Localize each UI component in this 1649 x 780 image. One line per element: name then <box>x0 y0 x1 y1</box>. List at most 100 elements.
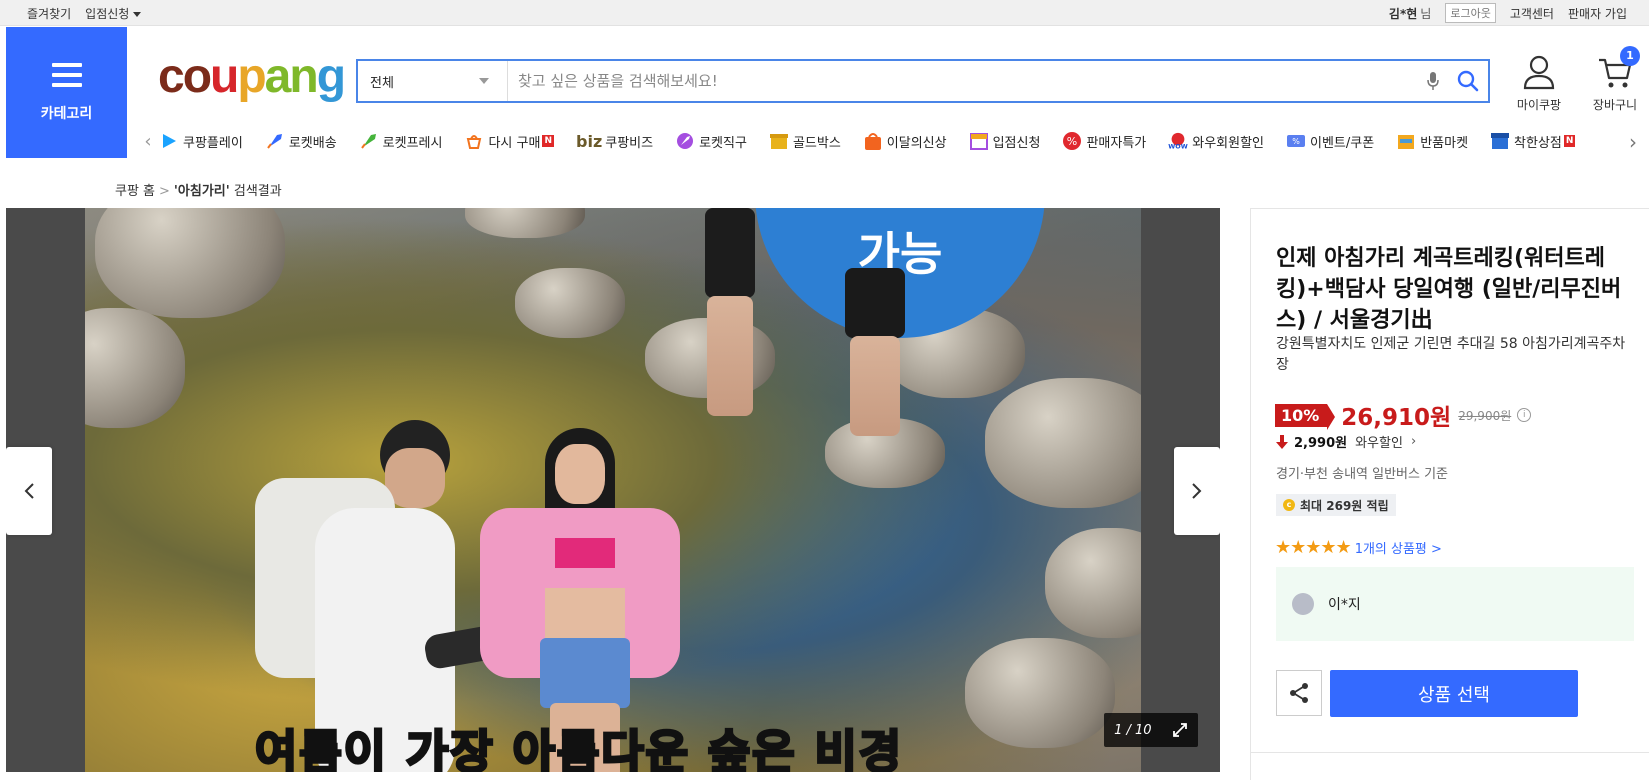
nav-item-label: 와우회원할인 <box>1192 135 1265 151</box>
hamburger-icon <box>51 62 82 87</box>
coupang-logo[interactable]: coupang <box>158 49 346 105</box>
nav-item-coupangplay[interactable]: 쿠팡플레이 <box>159 131 243 151</box>
category-menu-button[interactable]: 카테고리 <box>6 27 127 158</box>
nav-item-rocket[interactable]: 로켓배송 <box>265 131 337 151</box>
category-label: 카테고리 <box>40 105 93 122</box>
bookmark-link[interactable]: 즐겨찾기 <box>27 5 71 22</box>
nav-item-biz[interactable]: biz 쿠팡비즈 <box>576 132 653 151</box>
nav-item-coupon[interactable]: % 이벤트/쿠폰 <box>1286 131 1374 151</box>
nav-item-return-market[interactable]: 반품마켓 <box>1396 131 1468 151</box>
breadcrumb-keyword: '아침가리' <box>173 184 230 199</box>
nav-item-rocket-fresh[interactable]: 로켓프레시 <box>359 131 442 151</box>
points-text: 최대 269원 적립 <box>1300 498 1389 513</box>
cart-count-badge: 1 <box>1620 46 1640 66</box>
category-nav: ‹ 쿠팡플레이 로켓배송 로켓프레시 다시 구매 N biz 쿠팡비즈 로켓직구 골… <box>137 124 1637 158</box>
caret-down-icon <box>133 12 142 17</box>
nav-item-global[interactable]: 로켓직구 <box>675 131 747 151</box>
sale-price: 26,910원 <box>1341 405 1452 431</box>
chevron-left-icon <box>24 483 34 499</box>
store-icon <box>969 131 989 151</box>
breadcrumb: 쿠팡 홈 > '아침가리' 검색결과 <box>115 180 282 199</box>
logout-button[interactable]: 로그아웃 <box>1445 3 1496 23</box>
biz-icon: biz <box>576 131 603 151</box>
mypage-button[interactable]: 마이쿠팡 <box>1508 54 1570 113</box>
user-name: 김*현 님 <box>1389 5 1431 22</box>
wow-discount-row[interactable]: 2,990원 와우할인 › <box>1276 432 1416 451</box>
wow-amount: 2,990원 <box>1294 436 1348 451</box>
star-rating-icon: ★★★★★ <box>1275 537 1352 558</box>
nav-item-rebuy[interactable]: 다시 구매 N <box>464 131 554 151</box>
seller-join-link[interactable]: 판매자 가입 <box>1568 5 1627 22</box>
store-apply-link[interactable]: 입점신청 <box>85 5 142 22</box>
nav-item-label: 이벤트/쿠폰 <box>1310 135 1375 151</box>
panel-divider <box>1250 752 1649 753</box>
wow-label: 와우할인 <box>1355 436 1403 451</box>
nav-item-label: 반품마켓 <box>1420 135 1469 151</box>
nav-item-label: 골드박스 <box>792 135 841 151</box>
return-market-icon <box>1396 131 1416 151</box>
breadcrumb-suffix: 검색결과 <box>233 184 282 199</box>
coin-icon: c <box>1283 499 1295 511</box>
seller-name: 이*지 <box>1328 597 1361 613</box>
nav-item-label: 로켓배송 <box>288 135 337 151</box>
share-icon <box>1290 683 1308 703</box>
down-arrow-icon <box>1276 434 1288 449</box>
product-image-gallery: 가능 여름이 가장 아름다운 숲은 비경 <box>6 208 1220 772</box>
gallery-prev-button[interactable] <box>6 447 52 535</box>
rating-row: ★★★★★ 1개의 상품평 > <box>1275 537 1442 558</box>
select-product-button[interactable]: 상품 선택 <box>1330 670 1578 717</box>
cart-label: 장바구니 <box>1592 98 1638 112</box>
goldbox-icon <box>769 131 789 151</box>
dropdown-arrow-icon <box>479 78 489 84</box>
share-button[interactable] <box>1276 670 1322 716</box>
product-address: 강원특별자치도 인제군 기린면 추대길 58 아침가리계곡주차장 <box>1276 336 1626 373</box>
coupon-icon: % <box>1286 131 1306 151</box>
product-title: 인제 아침가리 계곡트레킹(워터트레킹)+백담사 당일여행 (일반/리무진버스)… <box>1276 246 1622 333</box>
nav-item-label: 쿠팡플레이 <box>183 135 243 151</box>
avatar <box>1292 593 1314 615</box>
user-name-text: 김*현 <box>1388 6 1418 21</box>
new-badge: N <box>1563 135 1576 147</box>
nav-item-seller-deal[interactable]: % 판매자특가 <box>1062 131 1146 151</box>
search-scope-value: 전체 <box>370 75 394 91</box>
customer-center-link[interactable]: 고객센터 <box>1510 5 1554 22</box>
nav-item-label: 다시 구매 <box>488 135 541 151</box>
product-photo[interactable]: 가능 여름이 가장 아름다운 숲은 비경 <box>85 208 1141 772</box>
top-utility-bar: 즐겨찾기 입점신청 김*현 님 로그아웃 고객센터 판매자 가입 <box>0 0 1649 26</box>
new-badge: N <box>542 135 554 147</box>
price-row: 10% 26,910원 29,900원 i <box>1275 398 1532 432</box>
mypage-label: 마이쿠팡 <box>1516 98 1562 112</box>
rocket-icon <box>265 131 285 151</box>
discount-badge: 10% <box>1275 403 1336 430</box>
breadcrumb-home[interactable]: 쿠팡 홈 <box>115 184 155 199</box>
original-price: 29,900원 <box>1458 408 1512 423</box>
nav-prev-arrow-icon[interactable]: ‹ <box>137 131 159 152</box>
nav-item-store-apply[interactable]: 입점신청 <box>969 131 1041 151</box>
search-icon[interactable] <box>1448 61 1488 101</box>
nav-item-goldbox[interactable]: 골드박스 <box>769 131 841 151</box>
rebuy-icon <box>464 131 484 151</box>
microphone-icon[interactable] <box>1418 61 1448 101</box>
nav-item-label: 로켓직구 <box>699 135 747 151</box>
search-scope-select[interactable]: 전체 <box>358 61 508 101</box>
review-link[interactable]: 1개의 상품평 > <box>1355 538 1442 557</box>
nav-item-wow[interactable]: WOW 와우회원할인 <box>1168 131 1264 151</box>
info-icon[interactable]: i <box>1517 408 1532 422</box>
person-icon <box>1523 55 1555 90</box>
search-bar: 전체 <box>356 59 1490 103</box>
gallery-next-button[interactable] <box>1174 447 1220 535</box>
search-input[interactable] <box>508 61 1418 101</box>
new-bag-icon <box>863 131 883 151</box>
nav-item-new[interactable]: 이달의신상 <box>863 131 947 151</box>
seller-box: 이*지 <box>1276 567 1634 641</box>
nav-item-label: 입점신청 <box>992 135 1041 151</box>
global-rocket-icon <box>675 131 695 151</box>
nav-next-arrow-icon[interactable]: › <box>1629 130 1637 154</box>
expand-icon[interactable] <box>1172 722 1188 738</box>
nav-item-good-store[interactable]: 착한상점 N <box>1490 131 1576 151</box>
svg-text:%: % <box>1292 137 1300 146</box>
chevron-right-icon: › <box>1410 434 1417 449</box>
breadcrumb-separator-icon: > <box>159 184 170 199</box>
wow-icon: WOW <box>1168 131 1188 151</box>
nav-item-label: 착한상점 <box>1514 135 1562 151</box>
